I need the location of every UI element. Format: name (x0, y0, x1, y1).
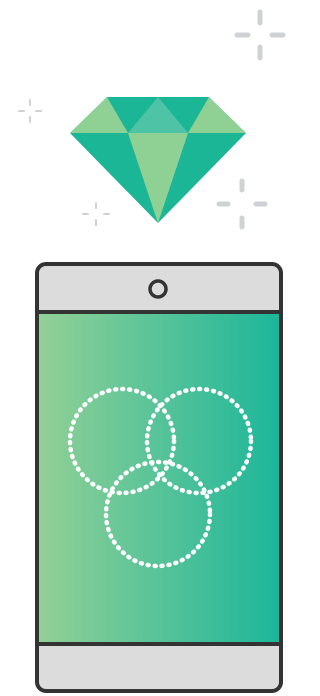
sparkle-icon (234, 9, 286, 61)
sparkle-icon (82, 202, 110, 226)
smartphone-icon (35, 262, 283, 693)
sparkle-icon (18, 99, 42, 123)
illustration (18, 9, 286, 693)
sparkle-icon (216, 178, 268, 230)
